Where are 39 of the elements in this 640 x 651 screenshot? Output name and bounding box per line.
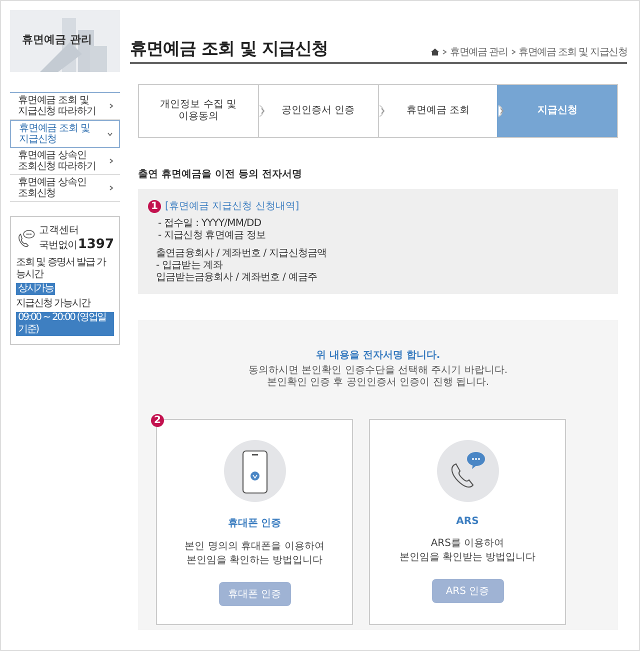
page-title: 휴면예금 조회 및 지급신청: [130, 38, 328, 60]
method-description: ARS를 이용하여 본인임을 확인받는 방법입니다: [399, 537, 536, 565]
hours-label: 조회 및 증명서 발급 가능시간: [16, 257, 108, 281]
phone-chat-icon: [436, 440, 498, 502]
sidebar-item[interactable]: 휴면예금 조회 및 지급신청: [10, 120, 120, 148]
phone-icon: [224, 440, 286, 502]
chevron-icon: [107, 131, 113, 137]
chevron-icon: [442, 49, 448, 55]
hours-tag: 상시가능: [16, 283, 56, 295]
phone-number: 1397: [78, 237, 114, 252]
summary-line: - 접수일 : YYYY/MM/DD: [158, 218, 262, 230]
chevron-icon: [108, 158, 114, 164]
method-title: 휴대폰 인증: [228, 517, 282, 530]
hours-tag: 09:00 ~ 20:00 (영업일 기준): [16, 312, 114, 336]
chevron-icon: [108, 185, 114, 191]
breadcrumb-link[interactable]: 휴면예금 관리: [450, 45, 508, 59]
summary-line: - 지급신청 휴면예금 정보: [158, 230, 267, 242]
summary-heading: [휴면예금 지급신청 신청내역]: [165, 200, 300, 213]
summary-line: 입금받는금융회사 / 계좌번호 / 예금주: [156, 272, 318, 284]
sign-text: 동의하시면 본인확인 인증수단을 선택해 주시기 바랍니다. 본인확인 인증 후 공인인증서 인증이 진행 됩니다.: [247, 365, 509, 389]
chevron-icon: [510, 49, 516, 55]
sidebar-item[interactable]: 휴면예금 상속인 조회신청: [10, 175, 120, 202]
sidebar-item[interactable]: 휴면예금 상속인 조회신청 따라하기: [10, 148, 120, 175]
summary-line: - 입급받는 계좌: [156, 260, 224, 272]
number-badge: 2: [151, 414, 164, 427]
hours-label: 지급신청 가능시간: [16, 298, 92, 310]
method-description: 본인 명의의 휴대폰을 이용하여 본인임을 확인하는 방법입니다: [184, 540, 324, 568]
chevron-icon: [108, 103, 114, 109]
summary-line: 출연금융회사 / 계좌번호 / 지급신청금액: [156, 248, 328, 260]
breadcrumb-link[interactable]: 휴면예금 조회 및 지급신청: [518, 45, 627, 59]
contact-label: 고객센터: [38, 224, 80, 237]
sidebar-item[interactable]: 휴면예금 조회 및 지급신청 따라하기: [10, 93, 120, 120]
section-title: 출연 휴면예금을 이전 등의 전자서명: [138, 168, 303, 181]
number-prefix: 국번없이: [38, 239, 77, 252]
method-title: ARS: [456, 516, 479, 527]
sign-heading: 위 내용을 전자서명 합니다.: [314, 349, 442, 362]
home-icon: [431, 48, 440, 56]
number-badge: 1: [148, 200, 161, 212]
sidebar-title: 휴면예금 관리: [22, 32, 92, 47]
